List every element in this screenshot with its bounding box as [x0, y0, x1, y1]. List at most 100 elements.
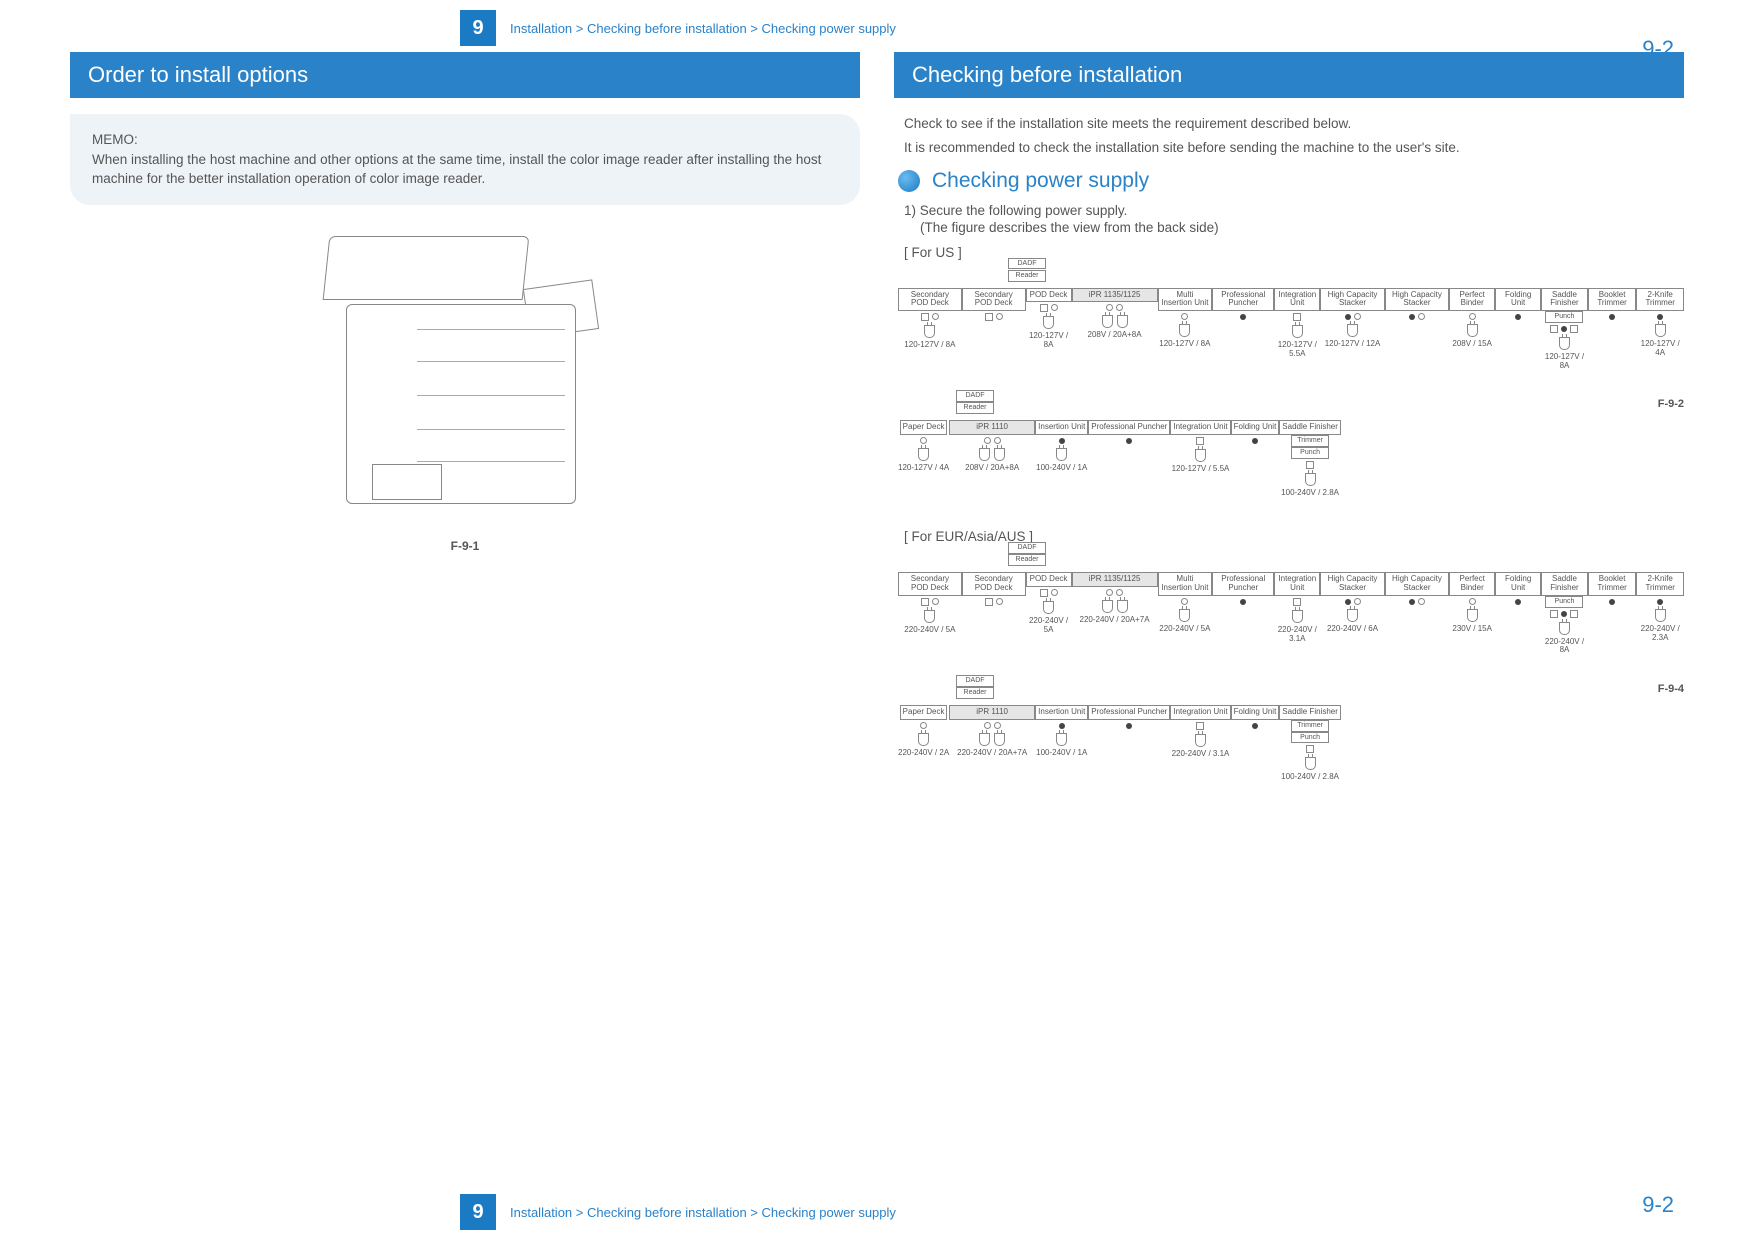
- volt-label: 220-240V / 5A: [904, 626, 955, 635]
- module-saddle-fin: Saddle Finisher: [1279, 420, 1341, 435]
- module-book-trim: Booklet Trimmer: [1588, 572, 1637, 596]
- volt-label: 220-240V / 3.1A: [1172, 750, 1230, 759]
- module-sec-pod: Secondary POD Deck: [962, 572, 1026, 596]
- breadcrumb: 9 Installation > Checking before install…: [460, 10, 1684, 46]
- volt-label: 208V / 20A+8A: [1088, 331, 1142, 340]
- volt-label: 220-240V / 20A+7A: [1080, 616, 1150, 625]
- figure-caption-2: F-9-2: [1658, 398, 1684, 410]
- module-dadf: DADF: [1008, 258, 1046, 270]
- volt-label: 100-240V / 1A: [1036, 749, 1087, 758]
- module-fold-unit: Folding Unit: [1495, 288, 1541, 312]
- volt-label: 100-240V / 2.8A: [1281, 773, 1339, 782]
- module-sec-pod: Secondary POD Deck: [962, 288, 1026, 312]
- volt-label: 230V / 15A: [1452, 625, 1492, 634]
- breadcrumb-text: Installation > Checking before installat…: [510, 21, 896, 36]
- volt-label: 208V / 15A: [1452, 340, 1492, 349]
- module-multi-ins: Multi Insertion Unit: [1158, 288, 1213, 312]
- module-punch: Punch: [1291, 447, 1329, 459]
- module-reader: Reader: [1008, 554, 1046, 566]
- module-hc-stacker: High Capacity Stacker: [1320, 572, 1384, 596]
- section-title-left: Order to install options: [70, 52, 860, 98]
- intro-para-1: Check to see if the installation site me…: [904, 114, 1684, 134]
- module-trimmer: Trimmer: [1291, 720, 1329, 732]
- volt-label: 120-127V / 8A: [1159, 340, 1210, 349]
- module-saddle-fin: Saddle Finisher: [1279, 705, 1341, 720]
- module-integ-unit: Integration Unit: [1170, 705, 1230, 720]
- volt-label: 220-240V / 2.3A: [1636, 625, 1684, 643]
- intro-para-2: It is recommended to check the installat…: [904, 138, 1684, 158]
- module-ipr1135: iPR 1135/1125: [1072, 572, 1158, 587]
- subheading: Checking power supply: [898, 169, 1684, 193]
- module-book-trim: Booklet Trimmer: [1588, 288, 1637, 312]
- figure-caption-4: F-9-4: [1658, 683, 1684, 695]
- module-integ-unit: Integration Unit: [1274, 572, 1320, 596]
- module-sec-pod: Secondary POD Deck: [898, 572, 962, 596]
- volt-label: 220-240V / 3.1A: [1274, 626, 1320, 644]
- module-paper-deck: Paper Deck: [900, 705, 948, 720]
- volt-label: 120-127V / 5.5A: [1274, 341, 1320, 359]
- module-prof-punch: Professional Puncher: [1088, 705, 1170, 720]
- chapter-badge: 9: [460, 1194, 496, 1230]
- module-saddle-fin: Saddle Finisher: [1541, 572, 1588, 596]
- module-integ-unit: Integration Unit: [1170, 420, 1230, 435]
- volt-label: 100-240V / 2.8A: [1281, 489, 1339, 498]
- module-ipr1110: iPR 1110: [949, 420, 1035, 435]
- page-number-bottom: 9-2: [1642, 1192, 1674, 1218]
- module-saddle-fin: Saddle Finisher: [1541, 288, 1588, 312]
- volt-label: 208V / 20A+8A: [965, 464, 1019, 473]
- section-title-right: Checking before installation: [894, 52, 1684, 98]
- module-2knife: 2-Knife Trimmer: [1636, 572, 1684, 596]
- module-dadf: DADF: [956, 390, 994, 402]
- module-hc-stacker: High Capacity Stacker: [1385, 572, 1449, 596]
- volt-label: 220-240V / 20A+7A: [957, 749, 1027, 758]
- volt-label: 120-127V / 4A: [1636, 340, 1684, 358]
- power-diagram-eur-1: DADF Reader Secondary POD Deck220-240V /…: [898, 572, 1684, 681]
- memo-box: MEMO: When installing the host machine a…: [70, 114, 860, 205]
- module-hc-stacker: High Capacity Stacker: [1320, 288, 1384, 312]
- module-pod-deck: POD Deck: [1026, 288, 1072, 303]
- volt-label: 220-240V / 5A: [1026, 617, 1072, 635]
- page-number-top: 9-2: [1642, 36, 1674, 62]
- subheading-text: Checking power supply: [932, 169, 1149, 193]
- module-reader: Reader: [1008, 270, 1046, 282]
- module-perf-binder: Perfect Binder: [1449, 572, 1495, 596]
- module-fold-unit: Folding Unit: [1231, 420, 1280, 435]
- module-perf-binder: Perfect Binder: [1449, 288, 1495, 312]
- volt-label: 120-127V / 12A: [1325, 340, 1381, 349]
- volt-label: 120-127V / 8A: [1541, 353, 1588, 371]
- module-2knife: 2-Knife Trimmer: [1636, 288, 1684, 312]
- power-diagram-us-1: DADF Reader Secondary POD Deck120-127V /…: [898, 288, 1684, 397]
- module-punch: Punch: [1545, 596, 1583, 608]
- memo-text: When installing the host machine and oth…: [92, 150, 838, 189]
- volt-label: 220-240V / 6A: [1327, 625, 1378, 634]
- module-paper-deck: Paper Deck: [900, 420, 948, 435]
- module-integ-unit: Integration Unit: [1274, 288, 1320, 312]
- breadcrumb-text: Installation > Checking before installat…: [510, 1205, 896, 1220]
- module-punch: Punch: [1291, 732, 1329, 744]
- volt-label: 120-127V / 4A: [898, 464, 949, 473]
- module-prof-punch: Professional Puncher: [1088, 420, 1170, 435]
- module-punch: Punch: [1545, 311, 1583, 323]
- module-prof-punch: Professional Puncher: [1212, 288, 1274, 312]
- module-trimmer: Trimmer: [1291, 435, 1329, 447]
- module-multi-ins: Multi Insertion Unit: [1158, 572, 1213, 596]
- module-fold-unit: Folding Unit: [1495, 572, 1541, 596]
- module-dadf: DADF: [956, 675, 994, 687]
- power-diagram-eur-2: DADF Reader Paper Deck220-240V / 2A iPR …: [898, 705, 1684, 808]
- chapter-badge: 9: [460, 10, 496, 46]
- power-diagram-us-2: DADF Reader Paper Deck120-127V / 4A iPR …: [898, 420, 1684, 523]
- module-fold-unit: Folding Unit: [1231, 705, 1280, 720]
- volt-label: 120-127V / 8A: [1026, 332, 1072, 350]
- module-pod-deck: POD Deck: [1026, 572, 1072, 587]
- module-ipr1135: iPR 1135/1125: [1072, 288, 1158, 303]
- step-1: 1) Secure the following power supply.: [904, 203, 1684, 218]
- module-insertion: Insertion Unit: [1035, 420, 1088, 435]
- memo-label: MEMO:: [92, 130, 838, 150]
- volt-label: 120-127V / 5.5A: [1172, 465, 1230, 474]
- figure-caption-1: F-9-1: [70, 539, 860, 553]
- module-insertion: Insertion Unit: [1035, 705, 1088, 720]
- module-reader: Reader: [956, 402, 994, 414]
- bullet-icon: [898, 170, 920, 192]
- volt-label: 100-240V / 1A: [1036, 464, 1087, 473]
- machine-illustration: [285, 223, 645, 533]
